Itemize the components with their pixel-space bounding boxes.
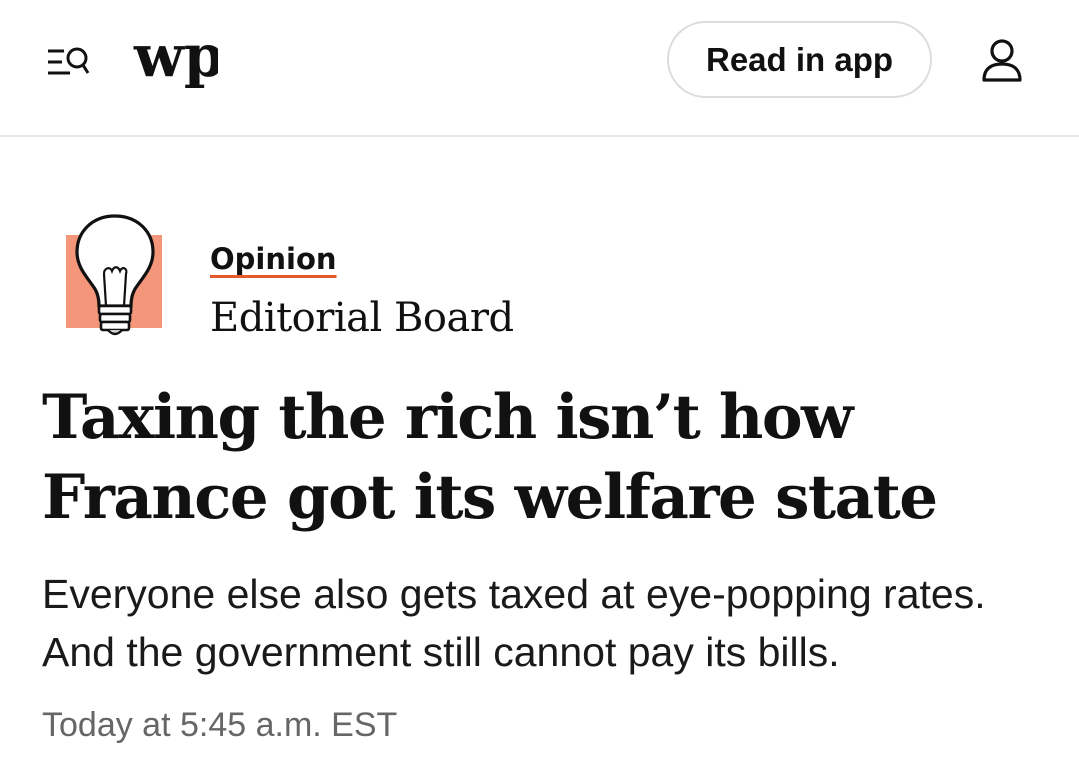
- author-byline[interactable]: Editorial Board: [210, 290, 514, 346]
- section-label-opinion[interactable]: Opinion: [210, 240, 337, 278]
- article-headline: Taxing the rich isn’t how France got its…: [42, 382, 938, 533]
- read-in-app-button[interactable]: Read in app: [667, 21, 932, 98]
- menu-search-icon[interactable]: [44, 40, 92, 82]
- logo-wordmark: wp: [133, 26, 218, 90]
- washington-post-logo[interactable]: wp: [132, 22, 224, 94]
- user-icon[interactable]: [978, 38, 1026, 84]
- lightbulb-icon: [64, 212, 166, 338]
- top-header: wp Read in app: [0, 0, 1079, 137]
- article-subheadline: Everyone else also gets taxed at eye-pop…: [42, 571, 986, 675]
- publish-timestamp: Today at 5:45 a.m. EST: [42, 706, 398, 744]
